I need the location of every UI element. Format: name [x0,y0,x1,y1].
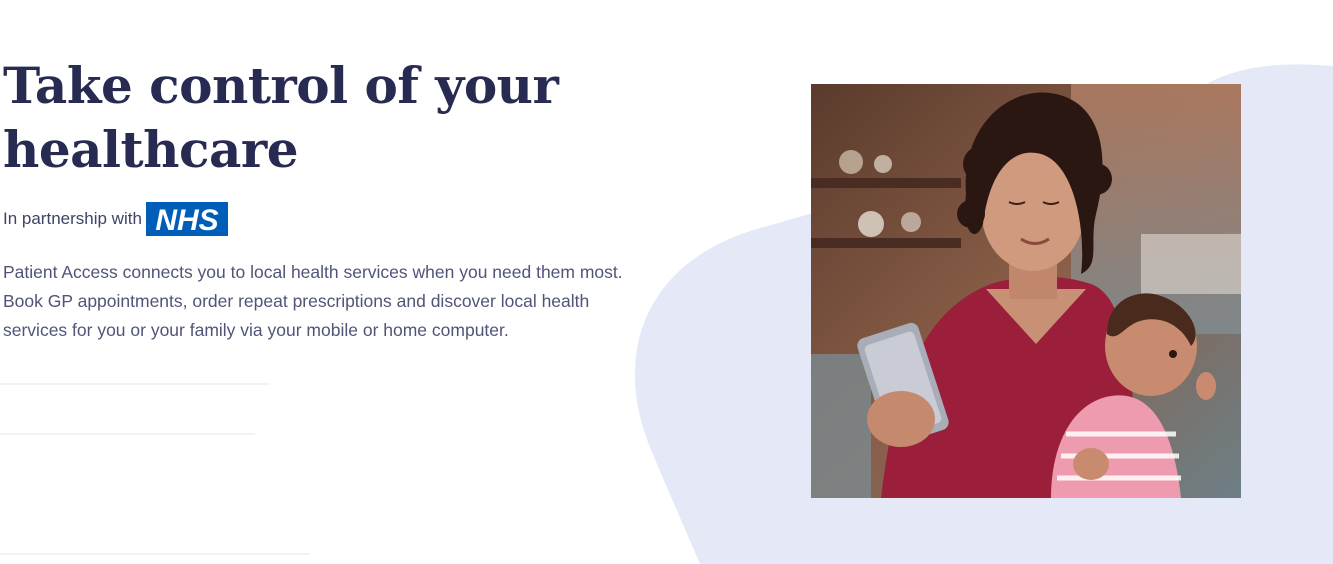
nhs-logo-text: NHS [155,204,218,236]
hero-section: Take control of your healthcare In partn… [3,54,653,345]
partnership-row: In partnership with NHS [3,202,653,236]
decorative-divider [0,553,310,555]
nhs-logo: NHS [145,202,228,236]
hero-photo [811,84,1241,498]
page-title: Take control of your healthcare [3,56,559,179]
partnership-label: In partnership with [3,209,142,228]
decorative-divider [0,383,270,385]
hero-description: Patient Access connects you to local hea… [3,262,623,340]
decorative-divider [0,433,255,435]
